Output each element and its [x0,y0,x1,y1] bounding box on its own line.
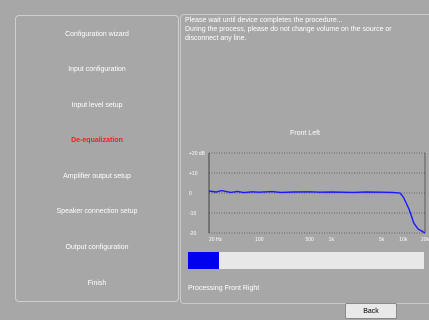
x-tick-label: 20k [421,237,429,243]
message-line-3: disconnect any line. [185,35,247,42]
x-tick-label: 100 [255,237,264,243]
y-tick-label: -20 [189,231,196,237]
progress-fill [188,252,219,269]
y-tick-label: +10 [189,171,198,177]
step-amplifier-output-setup[interactable]: Amplifier output setup [16,173,178,180]
chart-svg: +20 dB +10 0 -10 -20 20 Hz 100 500 1k 5k 10k 20k [189,151,429,243]
main-panel: Please wait until device completes the p… [180,12,429,320]
x-tick-label: 20 Hz [209,237,223,243]
x-tick-label: 1k [329,237,335,243]
step-speaker-connection-setup[interactable]: Speaker connection setup [16,208,178,215]
frequency-response-chart: +20 dB +10 0 -10 -20 20 Hz 100 500 1k 5k 10k 20k [187,147,429,247]
step-output-configuration[interactable]: Output configuration [16,244,178,251]
step-de-equalization[interactable]: De-equalization [16,137,178,144]
x-tick-label: 10k [399,237,408,243]
message-line-1: Please wait until device completes the p… [185,17,343,24]
y-tick-label: +20 dB [189,151,206,157]
back-button[interactable]: Back [345,303,397,319]
x-tick-label: 5k [379,237,385,243]
step-input-level-setup[interactable]: Input level setup [16,102,178,109]
instruction-message: Please wait until device completes the p… [185,16,425,43]
step-finish[interactable]: Finish [16,280,178,287]
message-line-2: During the process, please do not change… [185,26,392,33]
chart-title: Front Left [290,130,320,137]
y-tick-label: -10 [189,211,196,217]
status-text: Processing Front Right [188,285,260,292]
y-tick-label: 0 [189,191,192,197]
x-tick-label: 500 [305,237,314,243]
step-input-configuration[interactable]: Input configuration [16,66,178,73]
wizard-steps-panel: Configuration wizard Input configuration… [15,15,179,302]
step-configuration-wizard[interactable]: Configuration wizard [16,31,178,38]
progress-bar [188,252,424,269]
response-curve [208,189,426,234]
